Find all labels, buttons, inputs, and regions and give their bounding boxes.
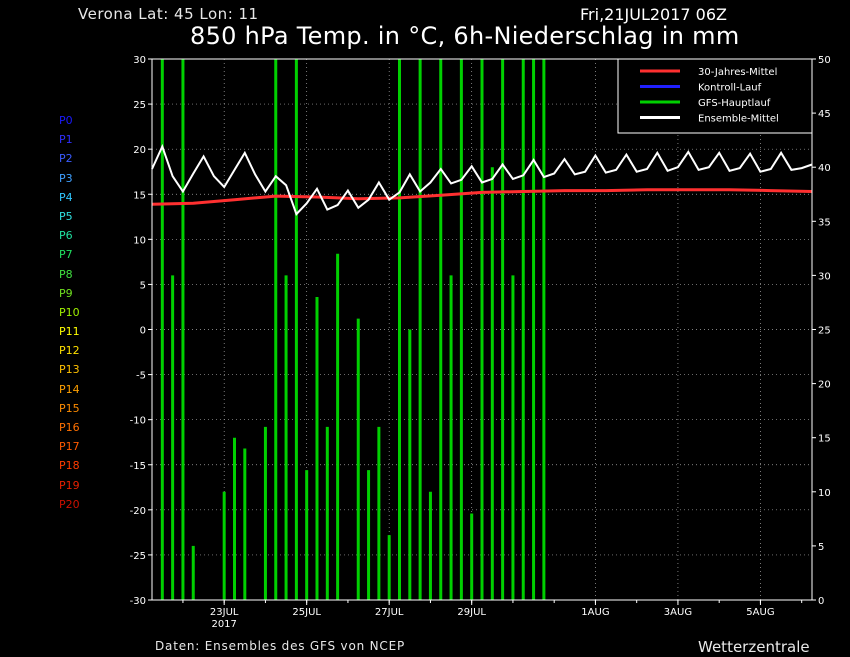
- y-tick-label-right: 15: [818, 434, 831, 445]
- legend-label: 30-Jahres-Mittel: [698, 67, 777, 78]
- y-tick-label-left: 0: [140, 326, 146, 337]
- y-tick-label-right: 5: [818, 542, 824, 553]
- brand-logo-text: Wetterzentrale: [698, 638, 810, 656]
- y-tick-label-left: -10: [130, 416, 146, 427]
- x-tick-label: 5AUG: [746, 607, 774, 618]
- legend-label: GFS-Hauptlauf: [698, 98, 771, 109]
- x-tick-label: 29JUL: [457, 607, 486, 618]
- x-tick-label: 1AUG: [581, 607, 609, 618]
- y-tick-label-left: -15: [130, 461, 146, 472]
- y-tick-label-right: 30: [818, 271, 831, 282]
- y-tick-label-left: 30: [133, 55, 146, 66]
- ensemble-chart: 302520151050-5-10-15-20-25-3050454035302…: [130, 55, 831, 630]
- x-tick-label: 23JUL: [210, 607, 239, 618]
- y-tick-label-left: 25: [133, 100, 146, 111]
- y-tick-label-left: 5: [140, 280, 146, 291]
- y-tick-label-left: -20: [130, 506, 146, 517]
- y-tick-label-right: 0: [818, 596, 824, 607]
- legend-label: Kontroll-Lauf: [698, 83, 762, 94]
- y-tick-label-right: 10: [818, 488, 831, 499]
- legend-label: Ensemble-Mittel: [698, 114, 779, 125]
- y-tick-label-left: -25: [130, 551, 146, 562]
- y-tick-label-left: 10: [133, 235, 146, 246]
- y-tick-label-right: 45: [818, 109, 831, 120]
- y-tick-label-right: 40: [818, 163, 831, 174]
- data-credit: Daten: Ensembles des GFS von NCEP: [155, 639, 405, 653]
- x-tick-label: 25JUL: [292, 607, 321, 618]
- y-tick-label-right: 20: [818, 380, 831, 391]
- x-tick-label: 3AUG: [664, 607, 692, 618]
- y-tick-label-left: -30: [130, 596, 146, 607]
- y-tick-label-right: 50: [818, 55, 831, 66]
- y-tick-label-left: 20: [133, 145, 146, 156]
- y-tick-label-left: -5: [136, 371, 146, 382]
- x-tick-year: 2017: [211, 619, 236, 630]
- x-tick-label: 27JUL: [375, 607, 404, 618]
- y-tick-label-left: 15: [133, 190, 146, 201]
- y-tick-label-right: 25: [818, 326, 831, 337]
- y-tick-label-right: 35: [818, 217, 831, 228]
